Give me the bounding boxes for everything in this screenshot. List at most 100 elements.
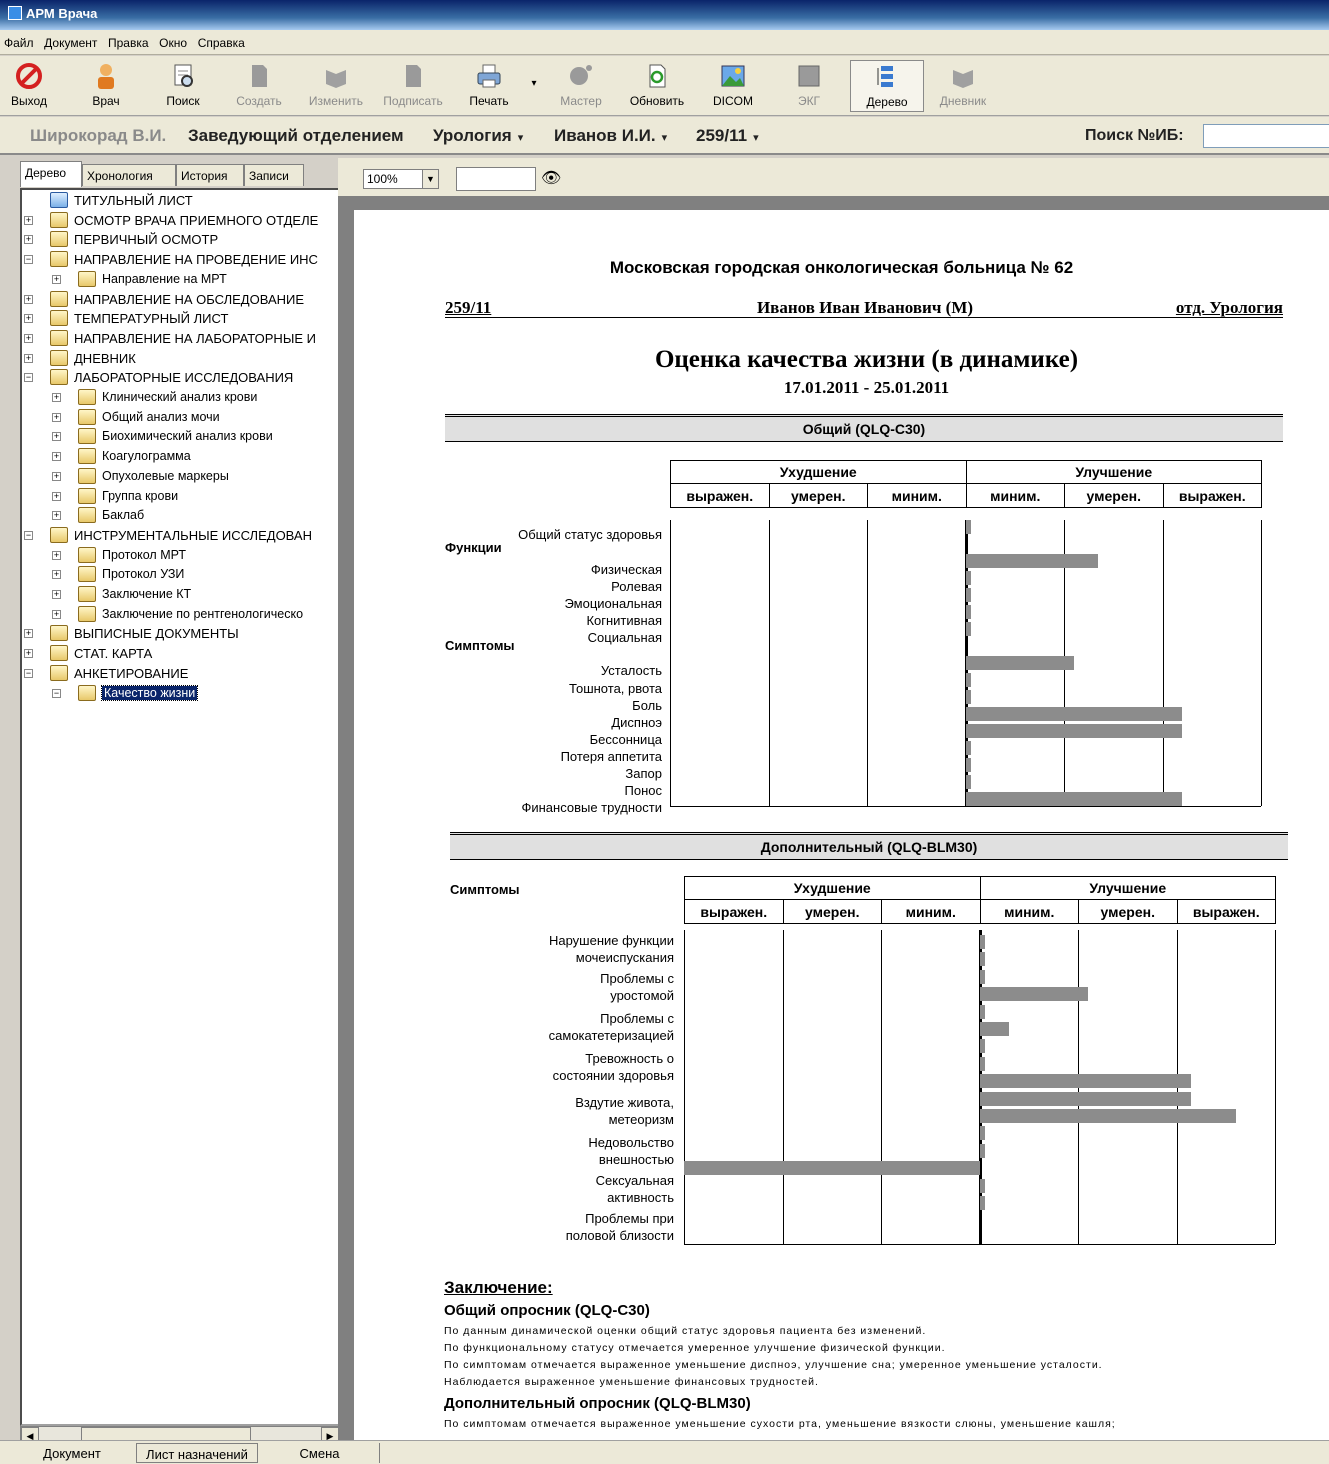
wizard-icon [570, 65, 592, 85]
search-button[interactable]: Поиск [160, 60, 206, 112]
tree-item[interactable]: + ДНЕВНИК [22, 349, 338, 369]
edit-button[interactable]: Изменить [300, 60, 372, 112]
tree-item[interactable]: − АНКЕТИРОВАНИЕ [22, 664, 338, 684]
tree-item[interactable]: + НАПРАВЛЕНИЕ НА ЛАБОРАТОРНЫЕ И [22, 329, 338, 349]
tree-item[interactable]: − НАПРАВЛЕНИЕ НА ПРОВЕДЕНИЕ ИНС [22, 250, 338, 270]
row-label: Понос [624, 783, 662, 798]
menu-window[interactable]: Окно [155, 30, 190, 50]
tree-item-label: НАПРАВЛЕНИЕ НА ПРОВЕДЕНИЕ ИНС [74, 252, 318, 268]
expand-icon[interactable]: + [52, 471, 61, 481]
tree-item[interactable]: + Группа крови [22, 487, 338, 507]
tab-records[interactable]: Записи [244, 164, 304, 186]
tab-chronology[interactable]: Хронология [82, 164, 176, 186]
expand-icon[interactable]: + [52, 274, 61, 284]
wizard-button[interactable]: Мастер [554, 60, 608, 112]
tree-item[interactable]: + Протокол УЗИ [22, 565, 338, 585]
patient-selector[interactable]: Иванов И.И. ▾ [554, 126, 667, 146]
tree-item[interactable]: + ТЕМПЕРАТУРНЫЙ ЛИСТ [22, 309, 338, 329]
stop-icon [16, 63, 42, 89]
case-search-input[interactable] [1203, 124, 1329, 148]
expand-icon[interactable]: + [24, 294, 33, 304]
create-button[interactable]: Создать [230, 60, 288, 112]
tab-shift[interactable]: Смена [260, 1443, 380, 1463]
row-label: Тревожность о состоянии здоровья [552, 1051, 674, 1083]
menu-file[interactable]: Файл [0, 30, 37, 50]
tree-item-label: Коагулограмма [102, 449, 191, 464]
menu-help[interactable]: Справка [194, 30, 248, 50]
tree-item[interactable]: + ПЕРВИЧНЫЙ ОСМОТР [22, 230, 338, 250]
menu-document[interactable]: Документ [40, 30, 100, 50]
expand-icon[interactable]: + [52, 432, 61, 442]
expand-icon[interactable]: + [52, 609, 61, 619]
tree-item[interactable]: + Клинический анализ крови [22, 388, 338, 408]
tab-document[interactable]: Документ [10, 1443, 134, 1463]
expand-icon[interactable]: + [52, 570, 61, 580]
tree-item[interactable]: − ЛАБОРАТОРНЫЕ ИССЛЕДОВАНИЯ [22, 368, 338, 388]
tab-history[interactable]: История [176, 164, 244, 186]
refresh-button[interactable]: Обновить [624, 60, 690, 112]
column-header-worse: умерен. [768, 483, 868, 508]
expand-icon[interactable]: + [24, 649, 33, 659]
tree-item[interactable]: ТИТУЛЬНЫЙ ЛИСТ [22, 191, 338, 211]
expand-icon[interactable]: + [52, 412, 61, 422]
expand-icon[interactable]: + [24, 314, 33, 324]
tree-item[interactable]: + Направление на МРТ [22, 270, 338, 290]
find-input[interactable] [456, 167, 536, 191]
expand-icon[interactable]: + [24, 215, 33, 225]
conclusion-title: Заключение: [444, 1278, 553, 1297]
chart-bar [684, 1161, 980, 1176]
document-tree[interactable]: ТИТУЛЬНЫЙ ЛИСТ + ОСМОТР ВРАЧА ПРИЕМНОГО ОТ… [20, 188, 340, 1426]
dicom-button[interactable]: DICOM [706, 60, 760, 112]
expand-icon[interactable]: + [52, 550, 61, 560]
tree-item[interactable]: + СТАТ. КАРТА [22, 644, 338, 664]
tree-item[interactable]: + Коагулограмма [22, 447, 338, 467]
printer-icon [477, 64, 501, 88]
expand-icon[interactable]: + [24, 353, 33, 363]
tree-item[interactable]: + НАПРАВЛЕНИЕ НА ОБСЛЕДОВАНИЕ [22, 290, 338, 310]
tree-item[interactable]: + Общий анализ мочи [22, 408, 338, 428]
case-selector[interactable]: 259/11 ▾ [696, 126, 759, 146]
chart-bar [979, 1178, 985, 1193]
tree-item[interactable]: + Баклаб [22, 506, 338, 526]
expand-icon[interactable]: + [52, 511, 61, 521]
tree-button[interactable]: Дерево [850, 60, 924, 112]
tree-item[interactable]: + Заключение КТ [22, 585, 338, 605]
expand-icon[interactable]: + [24, 333, 33, 343]
tree-item[interactable]: + ВЫПИСНЫЕ ДОКУМЕНТЫ [22, 624, 338, 644]
doctor-button[interactable]: Врач [84, 60, 128, 112]
print-button[interactable]: Печать [462, 60, 516, 112]
zoom-select[interactable]: 100% ▼ [363, 169, 439, 189]
diary-button[interactable]: Дневник [932, 60, 994, 112]
collapse-icon[interactable]: − [52, 688, 61, 698]
department-selector[interactable]: Урология ▾ [433, 126, 523, 146]
chart-gridline [881, 930, 882, 1244]
collapse-icon[interactable]: − [24, 255, 33, 265]
collapse-icon[interactable]: − [24, 373, 33, 383]
exit-button[interactable]: Выход [8, 60, 50, 112]
tree-item[interactable]: + ОСМОТР ВРАЧА ПРИЕМНОГО ОТДЕЛЕ [22, 211, 338, 231]
tree-item[interactable]: + Опухолевые маркеры [22, 467, 338, 487]
tree-item[interactable]: + Протокол МРТ [22, 546, 338, 566]
expand-icon[interactable]: + [52, 393, 61, 402]
tree-item[interactable]: − ИНСТРУМЕНТАЛЬНЫЕ ИССЛЕДОВАН [22, 526, 338, 546]
binoculars-icon[interactable]: 👁 [541, 168, 561, 188]
tab-prescriptions[interactable]: Лист назначений [136, 1443, 258, 1463]
expand-icon[interactable]: + [52, 452, 61, 462]
expand-icon[interactable]: + [52, 590, 61, 599]
menu-edit[interactable]: Правка [104, 30, 152, 50]
tree-item[interactable]: + Заключение по рентгенологическо [22, 605, 338, 625]
collapse-icon[interactable]: − [24, 530, 33, 540]
expand-icon[interactable]: + [24, 629, 33, 639]
tree-item[interactable]: − Качество жизни [22, 684, 338, 704]
sign-button[interactable]: Подписать [378, 60, 448, 112]
tree-item-label: Биохимический анализ крови [102, 429, 273, 444]
tree-item[interactable]: + Биохимический анализ крови [22, 427, 338, 447]
chart-bar [979, 969, 985, 984]
collapse-icon[interactable]: − [24, 668, 33, 678]
ecg-button[interactable]: ЭКГ [786, 60, 832, 112]
expand-icon[interactable]: + [52, 491, 61, 501]
expand-icon[interactable]: + [24, 235, 33, 245]
tab-tree[interactable]: Дерево [20, 161, 82, 187]
conclusion-line: По функциональному статусу отмечается ум… [444, 1342, 946, 1354]
row-label: Когнитивная [586, 613, 662, 628]
